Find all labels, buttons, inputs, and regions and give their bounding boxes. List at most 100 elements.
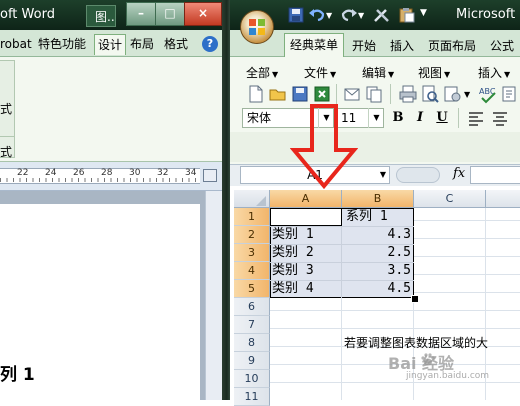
tab-special-features[interactable]: 特色功能 <box>38 34 86 54</box>
row-header[interactable]: 10 <box>234 370 270 388</box>
save-icon[interactable] <box>288 7 304 23</box>
word-window-title: oft Word <box>0 7 55 22</box>
column-header-d[interactable] <box>486 190 520 208</box>
cell-a5[interactable]: 类别 4 <box>272 280 314 298</box>
ruler-ticks <box>0 178 200 182</box>
undo-icon[interactable] <box>308 7 326 23</box>
chevron-down-icon[interactable]: ▼ <box>368 108 384 128</box>
tab-acrobat[interactable]: robat <box>0 34 32 54</box>
redo-icon[interactable] <box>340 7 358 23</box>
copy-icon[interactable] <box>364 84 384 104</box>
bold-button[interactable]: B <box>388 108 408 128</box>
menu-insert-label: 插入 <box>478 66 503 80</box>
mail-icon[interactable] <box>342 84 362 104</box>
tab-home[interactable]: 开始 <box>352 36 376 56</box>
cell-instruction-text[interactable]: 若要调整图表数据区域的大 <box>344 334 488 351</box>
chevron-down-icon[interactable]: ▼ <box>376 166 390 184</box>
cell-b3[interactable]: 2.5 <box>343 244 411 262</box>
tab-classic-menu[interactable]: 经典菜单 <box>284 33 344 57</box>
menu-all[interactable]: 全部 ▼ <box>246 64 278 81</box>
menu-insert[interactable]: 插入 ▼ <box>478 64 510 81</box>
tools-icon[interactable] <box>372 7 392 23</box>
tab-format[interactable]: 格式 <box>164 34 188 54</box>
ruler-number: 24 <box>45 168 57 178</box>
tab-formulas[interactable]: 公式 <box>490 36 514 56</box>
menu-file[interactable]: 文件 ▼ <box>304 64 336 81</box>
align-left-icon[interactable] <box>466 108 486 128</box>
column-header-b[interactable]: B <box>342 190 414 208</box>
word-document-tab[interactable]: 图.. <box>86 5 116 27</box>
open-folder-icon[interactable] <box>268 84 288 104</box>
ruler-number: 22 <box>17 168 29 178</box>
print-icon[interactable] <box>398 84 418 104</box>
tab-layout[interactable]: 布局 <box>130 34 154 54</box>
menu-view-label: 视图 <box>418 66 443 80</box>
chevron-down-icon[interactable]: ▼ <box>326 11 332 20</box>
row-header[interactable]: 3 <box>234 244 270 262</box>
italic-button[interactable]: I <box>410 108 430 128</box>
new-doc-icon[interactable] <box>246 84 266 104</box>
cell-b1[interactable]: 系列 1 <box>346 208 388 226</box>
research-icon[interactable] <box>500 84 520 104</box>
row-header[interactable]: 1 <box>234 208 270 226</box>
chevron-down-icon[interactable]: ▼ <box>358 11 364 20</box>
active-cell[interactable] <box>270 208 342 226</box>
row-header[interactable]: 5 <box>234 280 270 298</box>
fill-handle[interactable] <box>411 295 419 303</box>
maximize-button[interactable]: □ <box>155 2 185 26</box>
excel-export-icon[interactable] <box>312 84 332 104</box>
row-header[interactable]: 4 <box>234 262 270 280</box>
tab-page-layout[interactable]: 页面布局 <box>428 36 476 56</box>
fx-icon[interactable]: fx <box>453 166 465 181</box>
permission-icon[interactable] <box>442 84 462 104</box>
formula-input[interactable] <box>470 166 520 184</box>
row-header[interactable]: 8 <box>234 334 270 352</box>
chevron-down-icon[interactable]: ▼ <box>464 90 470 99</box>
cell-b2[interactable]: 4.3 <box>343 226 411 244</box>
paste-icon[interactable] <box>398 7 416 23</box>
toolbar-separator <box>336 84 337 104</box>
excel-window-title: Microsoft <box>456 7 516 22</box>
underline-button[interactable]: U <box>432 108 452 128</box>
align-center-icon[interactable] <box>490 108 510 128</box>
row-header[interactable]: 7 <box>234 316 270 334</box>
cell-a2[interactable]: 类别 1 <box>272 226 314 244</box>
menu-file-label: 文件 <box>304 66 329 80</box>
print-preview-icon[interactable] <box>420 84 440 104</box>
cell-b5[interactable]: 4.5 <box>343 280 411 298</box>
menu-all-label: 全部 <box>246 66 271 80</box>
formula-bar-splitter[interactable] <box>396 167 440 183</box>
menu-edit[interactable]: 编辑 ▼ <box>362 64 394 81</box>
tab-design[interactable]: 设计 <box>94 34 126 55</box>
menu-edit-label: 编辑 <box>362 66 387 80</box>
cell-b4[interactable]: 3.5 <box>343 262 411 280</box>
row-header[interactable]: 2 <box>234 226 270 244</box>
ruler-toggle-icon[interactable] <box>203 169 217 182</box>
chevron-down-icon: ▼ <box>330 70 337 79</box>
red-down-arrow-icon <box>290 104 358 190</box>
column-header-c[interactable]: C <box>414 190 486 208</box>
menu-view[interactable]: 视图 ▼ <box>418 64 450 81</box>
cell-a4[interactable]: 类别 3 <box>272 262 314 280</box>
help-icon[interactable]: ? <box>202 36 218 52</box>
close-button[interactable]: × <box>184 2 222 26</box>
ribbon-group-label[interactable]: 式 <box>0 143 12 160</box>
toolbar-separator <box>458 108 459 128</box>
watermark-url: jingyan.baidu.com <box>406 371 490 381</box>
tab-insert[interactable]: 插入 <box>390 36 414 56</box>
row-header[interactable]: 11 <box>234 388 270 406</box>
word-vertical-scrollbar[interactable] <box>205 191 223 400</box>
ruler-number: 34 <box>185 168 197 178</box>
save-icon[interactable] <box>290 84 310 104</box>
customize-toolbar-icon[interactable]: ▼ <box>420 8 427 18</box>
spell-check-icon[interactable]: ABC <box>478 84 498 104</box>
column-header-a[interactable]: A <box>270 190 342 208</box>
minimize-button[interactable]: – <box>126 2 156 26</box>
chevron-down-icon: ▼ <box>504 70 511 79</box>
row-header[interactable]: 6 <box>234 298 270 316</box>
ribbon-bottom-strip <box>230 132 520 162</box>
row-header[interactable]: 9 <box>234 352 270 370</box>
ruler-number: 30 <box>129 168 141 178</box>
cell-a3[interactable]: 类别 2 <box>272 244 314 262</box>
window-divider <box>222 0 230 400</box>
